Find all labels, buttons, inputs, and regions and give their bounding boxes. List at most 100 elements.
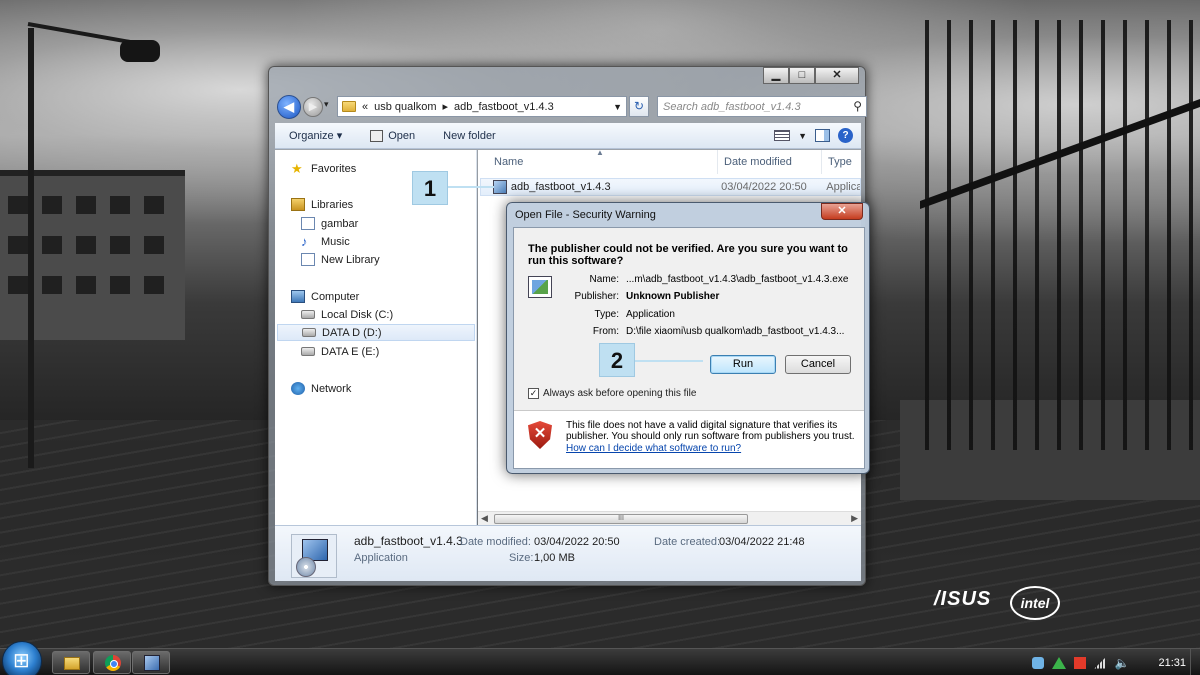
drive-icon (301, 310, 315, 319)
start-button[interactable] (2, 641, 42, 675)
maximize-button[interactable]: □ (789, 67, 815, 84)
field-publisher-label: Publisher: (574, 291, 619, 302)
preview-pane-icon[interactable] (815, 129, 830, 142)
close-button[interactable]: ✕ (815, 67, 859, 84)
dialog-body: The publisher could not be verified. Are… (513, 227, 865, 469)
green-arrow-icon[interactable] (1052, 656, 1067, 669)
column-header-type[interactable]: Type (822, 150, 862, 174)
desktop-wallpaper-lamp-post (28, 28, 34, 468)
forward-button[interactable]: ▶ (303, 97, 323, 117)
command-bar: Organize ▾ Open New folder ▼ ? (275, 123, 861, 149)
scrollbar-thumb[interactable]: III (494, 514, 748, 524)
sidebar-item-data-e[interactable]: DATA E (E:) (301, 343, 379, 360)
search-placeholder: Search adb_fastboot_v1.4.3 (663, 101, 801, 113)
details-size-label: Size: (509, 552, 534, 564)
help-icon[interactable]: ? (838, 128, 853, 143)
sidebar-item-label: gambar (321, 217, 359, 230)
sidebar-item-gambar[interactable]: gambar (301, 215, 358, 232)
minimize-button[interactable]: ▁ (763, 67, 789, 84)
dialog-question: The publisher could not be verified. Are… (528, 243, 848, 267)
taskbar: 🔈 21:31 (0, 641, 1200, 675)
breadcrumb-current[interactable]: adb_fastboot_v1.4.3 (454, 101, 554, 113)
sidebar-item-label: Local Disk (C:) (321, 308, 394, 321)
drive-icon (302, 328, 316, 337)
application-large-icon (291, 534, 337, 578)
search-icon[interactable]: ⚲ (853, 99, 862, 113)
sidebar-item-local-disk-c[interactable]: Local Disk (C:) (301, 306, 393, 323)
run-button[interactable]: Run (710, 355, 776, 374)
scroll-right-icon[interactable]: ▶ (851, 513, 858, 524)
show-desktop-button[interactable] (1190, 649, 1200, 675)
window-controls: ▁ □ ✕ (763, 67, 859, 84)
new-folder-label: New folder (443, 129, 496, 142)
field-publisher-value: Unknown Publisher (626, 291, 720, 302)
open-label: Open (388, 129, 416, 142)
back-button[interactable]: ◀ (277, 95, 301, 119)
security-shield-icon: ✕ (528, 421, 552, 449)
dialog-title: Open File - Security Warning (515, 209, 656, 221)
column-header-date-modified[interactable]: Date modified (718, 150, 822, 174)
view-options-chevron-icon[interactable]: ▼ (798, 131, 807, 141)
scroll-left-icon[interactable]: ◀ (481, 513, 488, 524)
breadcrumb-parent[interactable]: usb qualkom (374, 101, 436, 113)
dialog-close-button[interactable]: ✕ (821, 203, 863, 220)
asus-logo: /ISUS (934, 588, 992, 610)
clock[interactable]: 21:31 (1158, 657, 1186, 669)
details-file-type: Application (354, 552, 408, 564)
breadcrumb-separator[interactable]: ▸ (443, 100, 449, 113)
volume-icon[interactable]: 🔈 (1114, 657, 1129, 669)
sidebar-item-label: Computer (311, 290, 360, 303)
new-folder-button[interactable]: New folder (429, 130, 510, 142)
sidebar-item-network[interactable]: Network (291, 380, 351, 397)
taskbar-explorer-button[interactable] (52, 651, 90, 674)
sidebar-item-label: DATA D (D:) (322, 326, 382, 339)
sidebar-item-new-library[interactable]: New Library (301, 251, 380, 268)
alert-icon[interactable] (1074, 656, 1087, 669)
desktop-wallpaper-fence (925, 20, 1200, 450)
cancel-button[interactable]: Cancel (785, 355, 851, 374)
chevron-down-icon[interactable]: ▼ (613, 102, 622, 112)
libraries-icon (291, 198, 305, 211)
step-marker-2: 2 (599, 343, 635, 377)
star-icon: ★ (291, 161, 303, 176)
file-name: adb_fastboot_v1.4.3 (510, 181, 611, 193)
sidebar-item-music[interactable]: ♪ Music (301, 233, 350, 250)
field-name-label: Name: (589, 274, 619, 285)
help-link[interactable]: How can I decide what software to run? (566, 443, 741, 454)
field-name-value: ...m\adb_fastboot_v1.4.3\adb_fastboot_v1… (626, 274, 849, 285)
organize-button[interactable]: Organize ▾ (275, 129, 356, 142)
open-icon (370, 129, 384, 142)
sidebar-item-favorites[interactable]: ★ Favorites (291, 160, 356, 177)
sidebar-item-label: Favorites (311, 162, 357, 175)
sidebar-item-computer[interactable]: Computer (291, 288, 359, 305)
field-type-label: Type: (594, 309, 619, 320)
change-view-icon[interactable] (774, 130, 791, 141)
recent-pages-button[interactable]: ▾ (324, 99, 329, 110)
library-icon (301, 253, 315, 266)
taskbar-chrome-button[interactable] (93, 651, 131, 674)
cloud-icon[interactable] (1032, 656, 1045, 669)
search-input[interactable]: Search adb_fastboot_v1.4.3 ⚲ (657, 96, 867, 117)
table-row[interactable]: adb_fastboot_v1.4.3 03/04/2022 20:50 App… (480, 178, 861, 196)
always-ask-checkbox[interactable]: ✓ (528, 388, 539, 399)
field-type-value: Application (626, 309, 675, 320)
column-header-name[interactable]: Name (488, 150, 718, 174)
computer-icon (291, 290, 305, 303)
sidebar-item-libraries[interactable]: Libraries (291, 196, 353, 213)
always-ask-option[interactable]: ✓ Always ask before opening this file (528, 388, 696, 399)
sidebar-item-label: New Library (321, 253, 380, 266)
address-bar[interactable]: « usb qualkom ▸ adb_fastboot_v1.4.3 ▼ (337, 96, 627, 117)
open-button[interactable]: Open (356, 129, 429, 142)
sidebar-item-data-d[interactable]: DATA D (D:) (277, 324, 475, 341)
chrome-icon (105, 655, 121, 671)
refresh-button[interactable]: ↻ (629, 96, 649, 117)
breadcrumb-prefix[interactable]: « (362, 101, 368, 113)
details-pane: adb_fastboot_v1.4.3 Application Date mod… (275, 525, 861, 581)
taskbar-app-button[interactable] (132, 651, 170, 674)
network-icon (291, 382, 305, 395)
signal-bars-icon[interactable] (1094, 656, 1107, 669)
details-date-created-label: Date created: (654, 536, 721, 548)
horizontal-scrollbar[interactable]: ◀ III ▶ (478, 511, 861, 525)
sidebar-item-label: Libraries (311, 198, 354, 211)
details-date-created: 03/04/2022 21:48 (719, 536, 805, 548)
